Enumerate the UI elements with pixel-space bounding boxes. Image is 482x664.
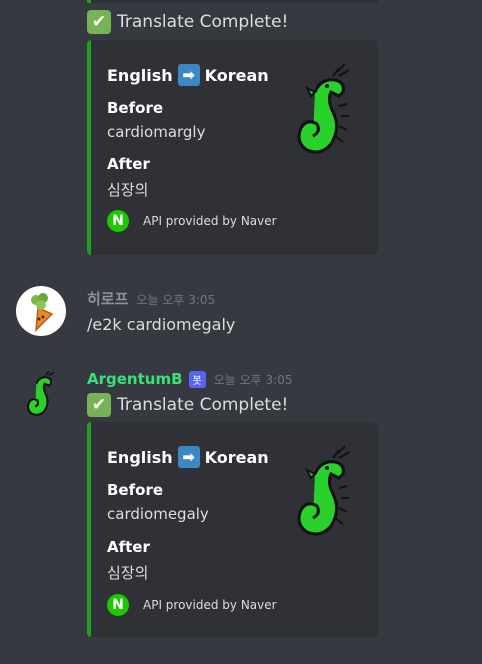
dragon-avatar-icon xyxy=(26,370,55,416)
naver-logo-icon: N xyxy=(107,594,129,616)
username[interactable]: ArgentumB xyxy=(87,370,183,388)
translate-complete-line: ✔ Translate Complete! xyxy=(87,393,288,417)
translation-embed: English ➡ Korean Before cardiomegaly Aft… xyxy=(87,422,378,637)
before-label: Before xyxy=(107,99,164,117)
previous-embed-edge xyxy=(87,0,378,3)
embed-title: English ➡ Korean xyxy=(107,64,269,86)
carrot-avatar-icon xyxy=(31,293,54,332)
naver-logo-icon: N xyxy=(107,210,129,232)
embed-title: English ➡ Korean xyxy=(107,446,269,468)
translate-complete-line: ✔ Translate Complete! xyxy=(87,10,288,34)
timestamp: 오늘 오후 3:05 xyxy=(213,372,293,387)
timestamp: 오늘 오후 3:05 xyxy=(136,293,216,307)
bot-tag: 봇 xyxy=(188,370,206,388)
username[interactable]: 히로프 xyxy=(87,288,128,309)
bot-avatar[interactable] xyxy=(16,368,66,418)
after-label: After xyxy=(107,155,150,173)
dragon-thumbnail-icon xyxy=(297,445,350,536)
footer-text: API provided by Naver xyxy=(143,598,277,612)
translate-complete-text: Translate Complete! xyxy=(117,12,289,32)
footer-text: API provided by Naver xyxy=(143,214,277,228)
translation-embed: English ➡ Korean Before cardiomargly Aft… xyxy=(87,40,378,255)
message-header: 히로프 오늘 오후 3:05 xyxy=(87,288,215,309)
before-label: Before xyxy=(107,481,164,499)
embed-footer: N API provided by Naver xyxy=(107,210,277,232)
message-text: /e2k cardiomegaly xyxy=(87,315,236,334)
right-arrow-icon: ➡ xyxy=(177,446,200,468)
user-avatar[interactable] xyxy=(16,286,66,336)
source-language: English xyxy=(107,447,173,467)
check-mark-icon: ✔ xyxy=(87,393,111,417)
target-language: Korean xyxy=(204,65,269,85)
source-language: English xyxy=(107,65,173,85)
embed-footer: N API provided by Naver xyxy=(107,594,277,616)
dragon-thumbnail-icon xyxy=(297,63,350,154)
before-value: cardiomegaly xyxy=(107,505,209,523)
target-language: Korean xyxy=(204,447,269,467)
after-value: 심장의 xyxy=(107,564,149,582)
message-header: ArgentumB 봇 오늘 오후 3:05 xyxy=(87,370,292,388)
translate-complete-text: Translate Complete! xyxy=(117,395,289,415)
before-value: cardiomargly xyxy=(107,123,206,141)
after-value: 심장의 xyxy=(107,181,149,199)
check-mark-icon: ✔ xyxy=(87,10,111,34)
right-arrow-icon: ➡ xyxy=(177,64,200,86)
after-label: After xyxy=(107,538,150,556)
